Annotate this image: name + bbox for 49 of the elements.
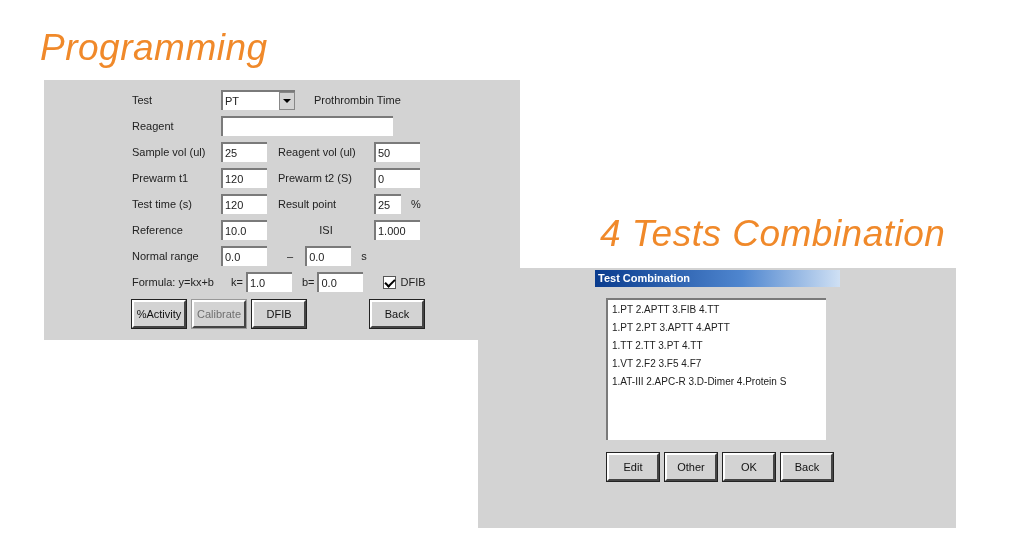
field-label: Prewarm t1 [132, 172, 190, 184]
field-label: Normal range [132, 250, 200, 262]
field-label: ISI [318, 224, 334, 236]
unit-label: s [361, 250, 367, 262]
action-button[interactable]: OK [723, 453, 775, 481]
field-label: Prewarm t2 (S) [278, 172, 353, 184]
field-label: Reagent vol (ul) [278, 146, 357, 158]
action-button[interactable]: DFIB [252, 300, 306, 328]
input-field[interactable]: 25 [221, 142, 267, 162]
field-label: Test [132, 94, 154, 106]
unit-label: % [411, 198, 421, 210]
field-label: Result point [278, 198, 338, 210]
list-item[interactable]: 1.TT 2.TT 3.PT 4.TT [612, 340, 826, 351]
list-item[interactable]: 1.VT 2.F2 3.F5 4.F7 [612, 358, 826, 369]
range-dash: – [287, 250, 294, 262]
input-field[interactable]: 120 [221, 194, 267, 214]
input-field[interactable]: 0.0 [221, 246, 267, 266]
list-item[interactable]: 1.PT 2.PT 3.APTT 4.APTT [612, 322, 826, 333]
field-label: Sample vol (ul) [132, 146, 207, 158]
input-field[interactable]: 0 [374, 168, 420, 188]
list-item[interactable]: 1.AT-III 2.APC-R 3.D-Dimer 4.Protein S [612, 376, 826, 387]
field-label: Test time (s) [132, 198, 193, 210]
field-label: k= [231, 276, 243, 288]
field-label: Formula: y=kx+b [132, 276, 215, 288]
action-button[interactable]: Back [370, 300, 424, 328]
input-field[interactable]: 10.0 [221, 220, 267, 240]
input-field[interactable]: 50 [374, 142, 420, 162]
section-heading: 4 Tests Combination [600, 212, 947, 256]
input-field[interactable]: 0.0 [305, 246, 352, 266]
section-heading: Programming [40, 26, 269, 70]
action-button[interactable]: Other [665, 453, 717, 481]
dropdown-arrow-icon [283, 99, 291, 103]
input-field[interactable]: 1.000 [374, 220, 420, 240]
field-label: b= [301, 276, 315, 288]
test-dropdown[interactable]: PT [221, 90, 295, 110]
input-field[interactable] [221, 116, 393, 136]
action-button[interactable]: Back [781, 453, 833, 481]
dfib-checkbox[interactable]: DFIB [383, 275, 426, 289]
dialog-title: Test Combination [595, 270, 840, 287]
field-label: Reference [132, 224, 184, 236]
input-field[interactable]: 25 [374, 194, 401, 214]
list-item[interactable]: 1.PT 2.APTT 3.FIB 4.TT [612, 304, 826, 315]
field-label: Reagent [132, 120, 175, 132]
action-button[interactable]: %Activity [132, 300, 186, 328]
input-field[interactable]: 120 [221, 168, 267, 188]
action-button[interactable]: Edit [607, 453, 659, 481]
field-label: Prothrombin Time [314, 94, 402, 106]
input-field[interactable]: 0.0 [317, 272, 364, 292]
input-field[interactable]: 1.0 [245, 272, 292, 292]
